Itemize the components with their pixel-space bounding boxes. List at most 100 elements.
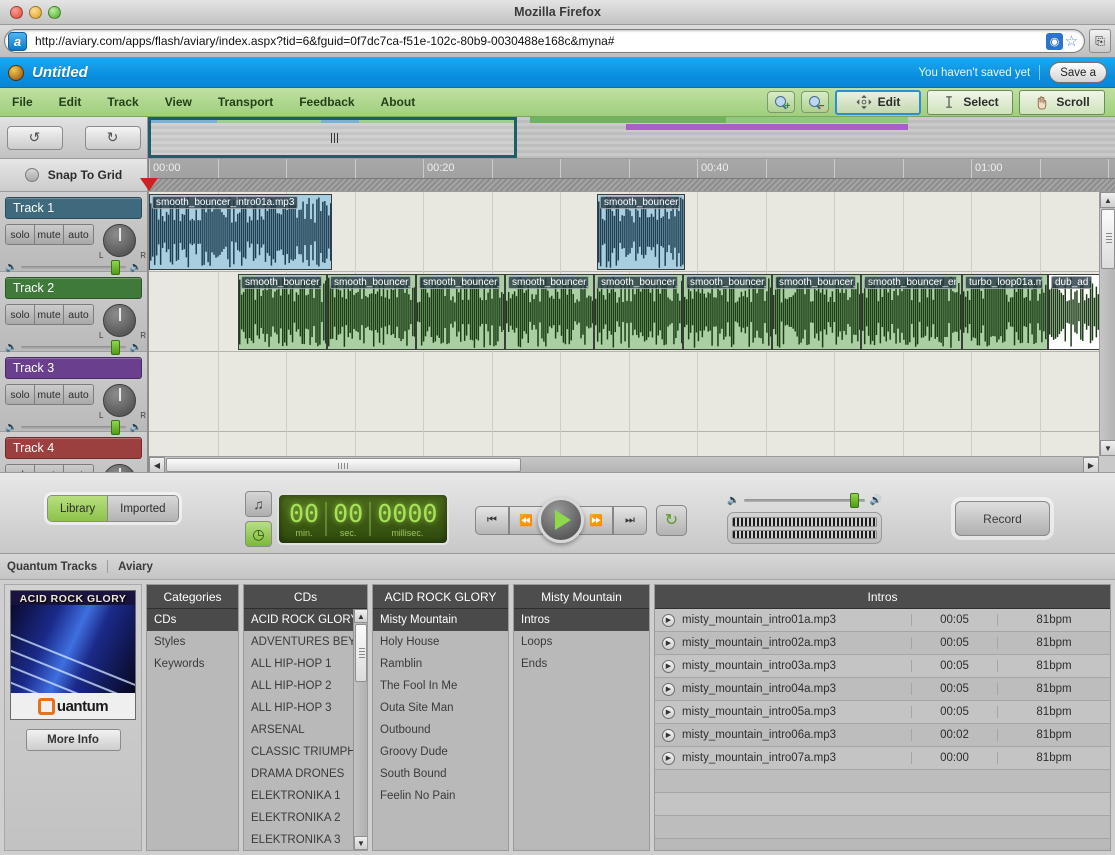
track-name-label[interactable]: Track 2 bbox=[5, 277, 142, 299]
master-volume-slider[interactable]: 🔈 🔊 bbox=[727, 495, 882, 506]
list-item[interactable]: Ramblin bbox=[373, 653, 508, 675]
solo-button[interactable]: solo bbox=[6, 225, 35, 244]
menu-item-edit[interactable]: Edit bbox=[59, 95, 82, 109]
column-body-sections[interactable]: IntrosLoopsEnds bbox=[514, 609, 649, 850]
auto-button[interactable]: auto bbox=[64, 225, 93, 244]
table-row[interactable]: ▶misty_mountain_intro02a.mp300:0581bpm bbox=[655, 632, 1110, 655]
list-item[interactable]: Ends bbox=[514, 653, 649, 675]
cds-scroll-up[interactable]: ▲ bbox=[354, 609, 367, 623]
maximize-window-button[interactable] bbox=[48, 6, 61, 19]
audio-clip[interactable]: smooth_bouncer_loo bbox=[594, 274, 683, 350]
edit-mode-button[interactable]: Edit bbox=[835, 90, 921, 115]
track-name-label[interactable]: Track 3 bbox=[5, 357, 142, 379]
rss-icon[interactable]: ◉ bbox=[1046, 33, 1063, 50]
solo-button[interactable]: solo bbox=[6, 385, 35, 404]
zoom-out-button[interactable]: − bbox=[801, 91, 829, 113]
timeline-ruler[interactable]: 00:0000:2000:4001:00 bbox=[148, 159, 1115, 191]
mute-button[interactable]: mute bbox=[35, 225, 64, 244]
pan-knob-wrap[interactable]: LR bbox=[103, 304, 141, 338]
list-item[interactable]: Styles bbox=[147, 631, 238, 653]
pan-knob-wrap[interactable]: LR bbox=[103, 384, 141, 418]
track-volume-track[interactable] bbox=[21, 346, 125, 349]
record-button[interactable]: Record bbox=[955, 501, 1050, 536]
play-preview-icon[interactable]: ▶ bbox=[662, 637, 675, 650]
scroll-mode-button[interactable]: Scroll bbox=[1019, 90, 1105, 115]
vertical-scroll-thumb[interactable] bbox=[1101, 209, 1115, 269]
minimize-window-button[interactable] bbox=[29, 6, 42, 19]
list-item[interactable]: Outbound bbox=[373, 719, 508, 741]
auto-button[interactable]: auto bbox=[64, 465, 93, 472]
column-body-cds[interactable]: ACID ROCK GLORYADVENTURES BEYONDALL HIP-… bbox=[244, 609, 367, 850]
select-mode-button[interactable]: Select bbox=[927, 90, 1013, 115]
list-item[interactable]: South Bound bbox=[373, 763, 508, 785]
loop-button[interactable]: ↻ bbox=[656, 505, 687, 536]
track-volume-track[interactable] bbox=[21, 426, 125, 429]
minimap-drag-handle[interactable] bbox=[331, 133, 338, 143]
table-row[interactable]: ▶misty_mountain_intro06a.mp300:0281bpm bbox=[655, 724, 1110, 747]
playhead-marker[interactable] bbox=[140, 178, 158, 191]
menu-item-file[interactable]: File bbox=[12, 95, 33, 109]
skip-to-end-button[interactable]: ⏭ bbox=[613, 506, 647, 535]
table-row[interactable]: ▶misty_mountain_intro01a.mp300:0581bpm bbox=[655, 609, 1110, 632]
list-item[interactable]: Intros bbox=[514, 609, 649, 631]
play-preview-icon[interactable]: ▶ bbox=[662, 706, 675, 719]
column-body-categories[interactable]: CDsStylesKeywords bbox=[147, 609, 238, 850]
auto-button[interactable]: auto bbox=[64, 385, 93, 404]
mute-button[interactable]: mute bbox=[35, 385, 64, 404]
scroll-down-button[interactable]: ▼ bbox=[1100, 440, 1115, 456]
list-item[interactable]: ELEKTRONIKA 1 bbox=[244, 785, 367, 807]
list-item[interactable]: Misty Mountain bbox=[373, 609, 508, 631]
list-item[interactable]: Loops bbox=[514, 631, 649, 653]
timeline-canvas[interactable]: smooth_bouncer_intro01a.mp3smooth_bounce… bbox=[149, 192, 1099, 456]
scroll-up-button[interactable]: ▲ bbox=[1100, 192, 1115, 208]
list-item[interactable]: ELEKTRONIKA 2 bbox=[244, 807, 367, 829]
track-lane[interactable] bbox=[149, 352, 1099, 432]
audio-clip[interactable]: smooth_bouncer_loo bbox=[597, 194, 685, 270]
menu-item-about[interactable]: About bbox=[381, 95, 416, 109]
close-window-button[interactable] bbox=[10, 6, 23, 19]
solo-button[interactable]: solo bbox=[6, 305, 35, 324]
table-row[interactable]: ▶misty_mountain_intro04a.mp300:0581bpm bbox=[655, 678, 1110, 701]
list-item[interactable]: ADVENTURES BEYOND bbox=[244, 631, 367, 653]
library-tab[interactable]: Library bbox=[48, 496, 107, 521]
track-name-label[interactable]: Track 4 bbox=[5, 437, 142, 459]
undo-button[interactable]: ↺ bbox=[7, 126, 63, 150]
list-item[interactable]: Holy House bbox=[373, 631, 508, 653]
list-item[interactable]: ARSENAL bbox=[244, 719, 367, 741]
track-volume-thumb[interactable] bbox=[111, 420, 120, 435]
vertical-scrollbar[interactable]: ▲ ▼ bbox=[1099, 192, 1115, 456]
mute-button[interactable]: mute bbox=[35, 305, 64, 324]
table-row[interactable] bbox=[655, 816, 1110, 839]
list-item[interactable]: Groovy Dude bbox=[373, 741, 508, 763]
list-item[interactable]: DRAMA DRONES bbox=[244, 763, 367, 785]
table-row[interactable]: ▶misty_mountain_intro07a.mp300:0081bpm bbox=[655, 747, 1110, 770]
cds-scrollbar[interactable]: ▲ ▼ bbox=[353, 609, 367, 850]
pan-knob[interactable] bbox=[103, 384, 136, 417]
track-volume-thumb[interactable] bbox=[111, 340, 120, 355]
horizontal-scrollbar[interactable]: ◀ ▶ bbox=[149, 456, 1099, 472]
save-button[interactable]: Save a bbox=[1049, 62, 1107, 83]
file-name-cell[interactable]: ▶misty_mountain_intro05a.mp3 bbox=[655, 706, 911, 719]
pan-knob[interactable] bbox=[103, 304, 136, 337]
file-name-cell[interactable]: ▶misty_mountain_intro04a.mp3 bbox=[655, 683, 911, 696]
volume-track[interactable] bbox=[744, 499, 864, 502]
audio-clip[interactable]: smooth_bouncer_loo bbox=[238, 274, 327, 350]
volume-thumb[interactable] bbox=[850, 493, 859, 508]
table-row[interactable] bbox=[655, 793, 1110, 816]
file-name-cell[interactable]: ▶misty_mountain_intro01a.mp3 bbox=[655, 614, 911, 627]
window-controls-icon[interactable]: ⎘ bbox=[1089, 29, 1111, 53]
play-preview-icon[interactable]: ▶ bbox=[662, 660, 675, 673]
list-item[interactable]: Keywords bbox=[147, 653, 238, 675]
table-row[interactable] bbox=[655, 770, 1110, 793]
cds-scroll-down[interactable]: ▼ bbox=[354, 836, 367, 850]
more-info-button[interactable]: More Info bbox=[26, 729, 121, 751]
file-name-cell[interactable]: ▶misty_mountain_intro02a.mp3 bbox=[655, 637, 911, 650]
fast-forward-button[interactable]: ⏩ bbox=[579, 506, 613, 535]
menu-item-track[interactable]: Track bbox=[107, 95, 138, 109]
auto-button[interactable]: auto bbox=[64, 305, 93, 324]
list-item[interactable]: CDs bbox=[147, 609, 238, 631]
list-item[interactable]: ALL HIP-HOP 2 bbox=[244, 675, 367, 697]
url-input[interactable]: http://aviary.com/apps/flash/aviary/inde… bbox=[27, 34, 1046, 48]
audio-clip[interactable]: smooth_bouncer_loo bbox=[772, 274, 861, 350]
file-list[interactable]: ▶misty_mountain_intro01a.mp300:0581bpm▶m… bbox=[655, 609, 1110, 850]
